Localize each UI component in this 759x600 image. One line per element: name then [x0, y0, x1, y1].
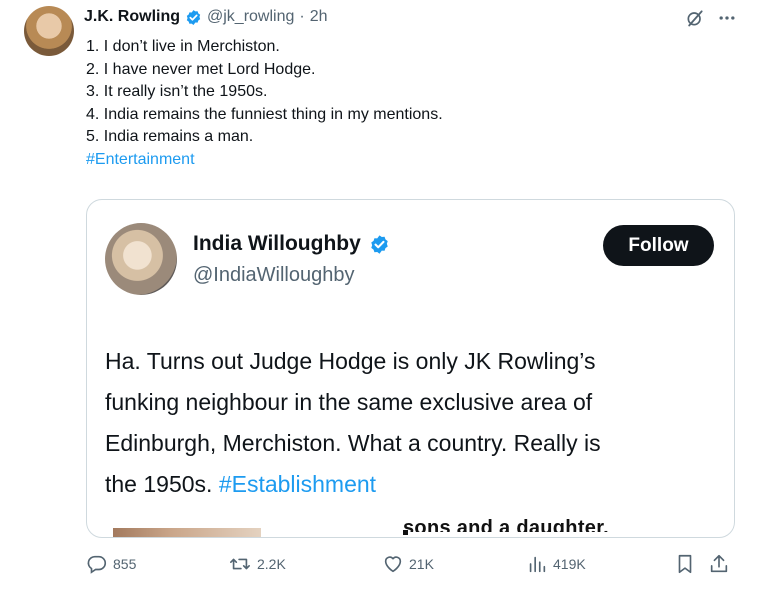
quoted-tweet-card[interactable]: India Willoughby @IndiaWilloughby Follow…	[86, 199, 735, 538]
tweet-line: 3. It really isn’t the 1950s.	[86, 83, 268, 100]
author-handle[interactable]: @jk_rowling	[207, 8, 294, 26]
cutoff-bullet	[403, 530, 408, 535]
bookmark-icon	[674, 553, 696, 575]
tweet-line: 5. India remains a man.	[86, 128, 254, 145]
like-count: 21K	[409, 556, 434, 572]
share-button[interactable]	[708, 553, 730, 575]
tweet-line: 2. I have never met Lord Hodge.	[86, 60, 316, 78]
separator-dot: ·	[299, 8, 305, 25]
tweet-line: 1. I don’t live in Merchiston.	[86, 38, 280, 55]
quoted-author-row: India Willoughby	[193, 232, 390, 256]
quoted-text-line: the 1950s. #Establishment	[105, 464, 725, 505]
follow-button[interactable]: Follow	[603, 225, 714, 266]
hashtag-link[interactable]: #Establishment	[219, 471, 376, 497]
reply-button[interactable]: 855	[86, 553, 136, 575]
views-count: 419K	[553, 556, 586, 572]
quoted-text-line: Ha. Turns out Judge Hodge is only JK Row…	[105, 348, 596, 374]
tweet-line: 4. India remains the funniest thing in m…	[86, 105, 443, 123]
analytics-icon	[526, 553, 548, 575]
quoted-author-avatar[interactable]	[105, 223, 177, 295]
tweet-time[interactable]: 2h	[310, 8, 328, 26]
reply-count: 855	[113, 556, 137, 572]
more-options-icon[interactable]	[717, 8, 737, 28]
repost-count: 2.2K	[257, 556, 286, 572]
grok-icon[interactable]	[685, 8, 705, 28]
repost-button[interactable]: 2.2K	[228, 553, 286, 575]
quoted-media-image[interactable]	[113, 528, 261, 537]
author-name[interactable]: J.K. Rowling	[84, 8, 180, 26]
like-button[interactable]: 21K	[382, 553, 434, 575]
tweet-header: J.K. Rowling @jk_rowling · 2h	[84, 8, 328, 26]
tweet-action-bar: 855 2.2K 21K 419K	[86, 553, 736, 579]
repost-icon	[228, 553, 252, 575]
tweet-body: 1. I don’t live in Merchiston. 2. I have…	[86, 36, 443, 171]
bookmark-button[interactable]	[674, 553, 696, 575]
quoted-text-line: funking neighbour in the same exclusive …	[105, 389, 593, 415]
quoted-text-segment: the 1950s.	[105, 471, 219, 497]
hashtag-link[interactable]: #Entertainment	[86, 149, 443, 172]
reply-icon	[86, 553, 108, 575]
quoted-text-line: Edinburgh, Merchiston. What a country. R…	[105, 430, 601, 456]
quoted-author-name[interactable]: India Willoughby	[193, 232, 361, 256]
views-button[interactable]: 419K	[526, 553, 586, 575]
share-icon	[708, 553, 730, 575]
quoted-tweet-text: Ha. Turns out Judge Hodge is only JK Row…	[105, 341, 725, 505]
quoted-author-handle[interactable]: @IndiaWilloughby	[193, 264, 355, 287]
tweet-top-actions	[685, 8, 737, 28]
heart-icon	[382, 553, 404, 575]
author-avatar[interactable]	[24, 6, 74, 56]
verified-badge-icon	[369, 234, 390, 255]
verified-badge-icon	[185, 9, 202, 26]
cutoff-caption-text: sons and a daughter.	[403, 518, 610, 532]
